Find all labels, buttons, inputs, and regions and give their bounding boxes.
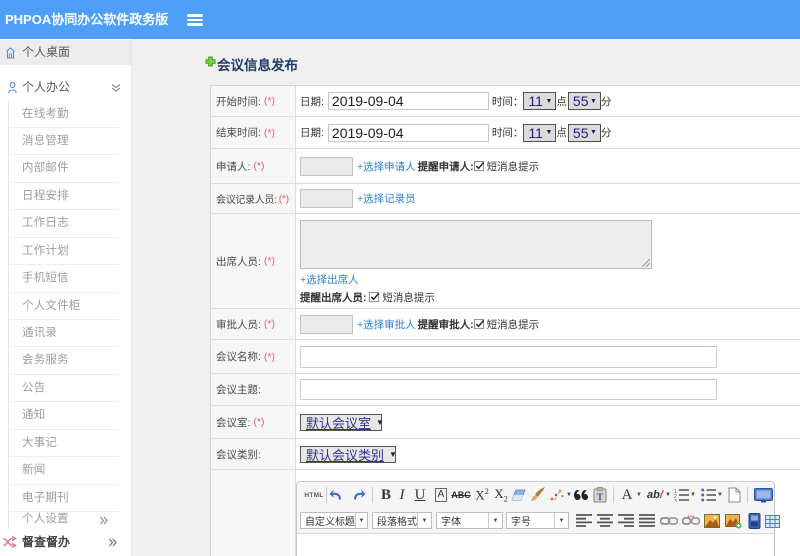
svg-text:3: 3 bbox=[674, 499, 677, 502]
svg-text:T: T bbox=[597, 492, 603, 502]
